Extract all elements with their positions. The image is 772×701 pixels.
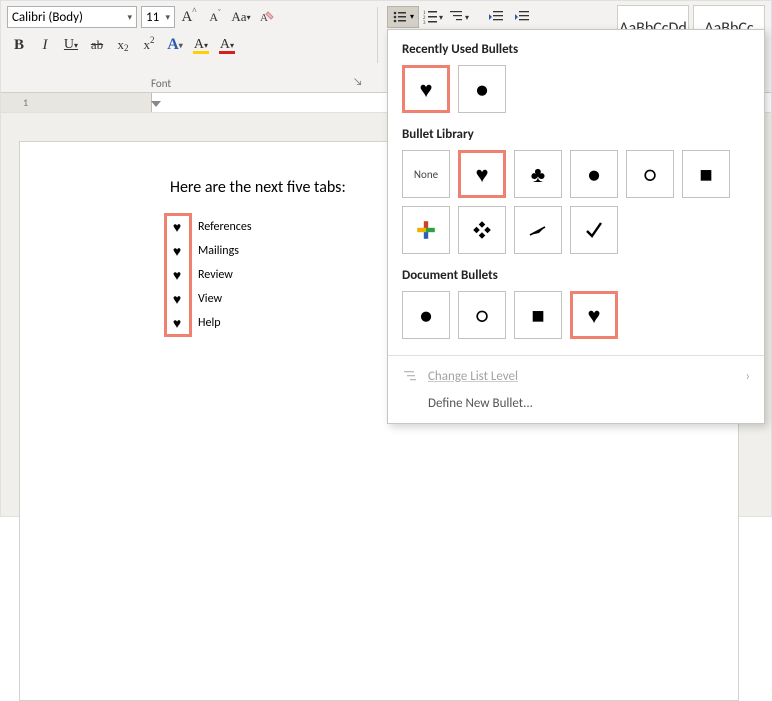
bold-button[interactable]: B <box>7 33 31 57</box>
heart-icon: ♥ <box>170 267 184 284</box>
indent-icon <box>402 368 418 384</box>
bullet-swatch-arrow[interactable] <box>514 206 562 254</box>
bullet-swatch-disc[interactable]: ● <box>402 291 450 339</box>
highlight-button[interactable]: A ▾ <box>189 33 213 57</box>
bullet-swatch-heart[interactable]: ♥ <box>458 150 506 198</box>
section-document: Document Bullets <box>388 266 764 291</box>
svg-text:3: 3 <box>423 21 426 25</box>
superscript-button[interactable]: x2 <box>137 33 161 57</box>
bullet-swatch-heart[interactable]: ♥ <box>570 291 618 339</box>
bullet-swatch-disc[interactable]: ● <box>570 150 618 198</box>
heart-icon: ♥ <box>170 219 184 236</box>
heart-icon: ♥ <box>170 291 184 308</box>
multilevel-list-button[interactable]: ▾ <box>447 5 471 29</box>
font-color-button[interactable]: A ▾ <box>215 33 239 57</box>
italic-button[interactable]: I <box>33 33 57 57</box>
bullet-swatch-4diamonds[interactable] <box>458 206 506 254</box>
font-size-value: 11 <box>146 10 159 25</box>
chevron-down-icon: ▾ <box>410 12 414 22</box>
chevron-down-icon: ▾ <box>127 12 132 23</box>
heart-icon: ♥ <box>170 243 184 260</box>
bullet-swatch-none[interactable]: None <box>402 150 450 198</box>
bullet-swatch-4color[interactable] <box>402 206 450 254</box>
chevron-down-icon: ▾ <box>165 12 170 23</box>
change-list-level-item: Change List Level › <box>388 362 764 390</box>
bullet-swatch-club[interactable]: ♣ <box>514 150 562 198</box>
font-dialog-launcher[interactable]: ↘ <box>353 75 363 88</box>
bullets-dropdown: Recently Used Bullets ♥ ● Bullet Library… <box>387 29 765 424</box>
chevron-right-icon: › <box>746 369 750 384</box>
decrease-indent-button[interactable] <box>485 5 509 29</box>
bullets-split-button[interactable]: ▾ <box>387 6 419 28</box>
bullet-swatch-disc[interactable]: ● <box>458 65 506 113</box>
change-case-button[interactable]: Aa▾ <box>229 5 253 29</box>
strikethrough-button[interactable]: ab <box>85 33 109 57</box>
clear-formatting-button[interactable]: A <box>255 5 279 29</box>
font-name-combo[interactable]: Calibri (Body) ▾ <box>7 6 137 28</box>
text-effects-button[interactable]: A▾ <box>163 33 187 57</box>
section-library: Bullet Library <box>388 125 764 150</box>
increase-indent-button[interactable] <box>511 5 535 29</box>
subscript-button[interactable]: x2 <box>111 33 135 57</box>
numbering-button[interactable]: 123▾ <box>421 5 445 29</box>
bullet-swatch-square[interactable]: ■ <box>514 291 562 339</box>
define-new-bullet-item[interactable]: Define New Bullet... <box>388 390 764 417</box>
shrink-font-button[interactable]: Aˇ <box>203 5 227 29</box>
bullet-swatch-circle[interactable]: ○ <box>626 150 674 198</box>
heart-icon: ♥ <box>170 315 184 332</box>
bullet-swatch-heart[interactable]: ♥ <box>402 65 450 113</box>
group-label-font: Font <box>151 77 171 90</box>
bullet-swatch-circle[interactable]: ○ <box>458 291 506 339</box>
font-size-combo[interactable]: 11 ▾ <box>141 6 175 28</box>
bullet-swatch-square[interactable]: ■ <box>682 150 730 198</box>
bullet-swatch-check[interactable] <box>570 206 618 254</box>
grow-font-button[interactable]: A^ <box>177 5 201 29</box>
indent-marker-icon[interactable] <box>151 101 161 107</box>
underline-button[interactable]: U▾ <box>59 33 83 57</box>
section-recent: Recently Used Bullets <box>388 40 764 65</box>
font-name-value: Calibri (Body) <box>12 10 83 25</box>
